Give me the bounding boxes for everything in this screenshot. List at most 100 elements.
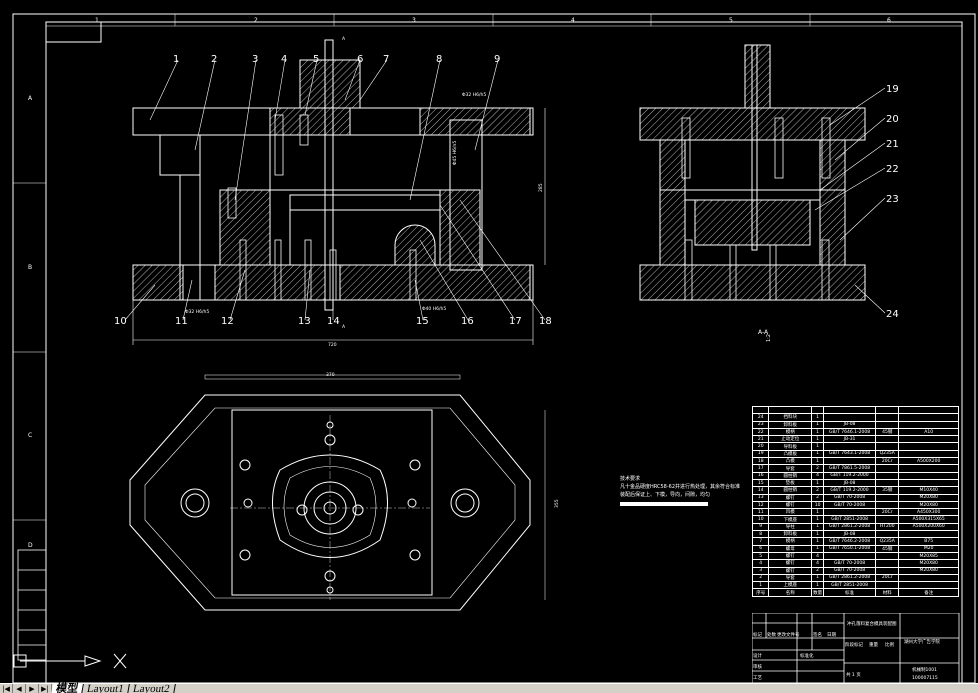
parts-cell	[875, 551, 900, 561]
parts-list: 24 挡料块 1 23 卸料板 1 JB-08 22 模柄 1 GB/T 7646.1-2008 45…	[751, 405, 959, 597]
tb-school: 湖州大学广告学院	[904, 638, 940, 645]
part-label-20: 20	[886, 114, 899, 125]
tab-layout1[interactable]: Layout1	[82, 683, 130, 693]
parts-cell: GB/T 2861.2-2008	[823, 522, 877, 532]
dim-height: 285	[538, 183, 544, 192]
part-label-15: 15	[416, 316, 429, 327]
part-label-19: 19	[886, 84, 899, 95]
parts-cell: 备注	[898, 588, 959, 597]
parts-cell	[875, 530, 900, 539]
parts-cell: 导料板	[768, 442, 813, 451]
parts-cell: M20X80	[898, 559, 959, 568]
parts-list-row: 5 螺钉 4 M20X85	[751, 551, 959, 561]
parts-cell	[898, 449, 959, 459]
first-tab-button[interactable]: |◀	[0, 684, 13, 693]
parts-cell: 18	[751, 457, 770, 466]
parts-cell: JB-08	[823, 478, 877, 488]
parts-cell	[898, 405, 959, 415]
parts-list-row: 20 导料板 1	[751, 442, 959, 451]
tb-role-process: 工艺	[753, 675, 762, 681]
parts-cell: 上模座	[768, 581, 813, 590]
part-label-1: 1	[173, 54, 179, 65]
tab-model[interactable]: 模型	[51, 683, 84, 693]
parts-cell: M20X80	[898, 566, 959, 575]
parts-cell: 螺钉	[768, 566, 813, 575]
parts-cell	[875, 493, 900, 502]
tech-underline	[620, 502, 708, 506]
parts-list-row: 9 导柱 1 GB/T 2861.2-2008 HT200 A500X200X60	[751, 522, 959, 532]
column-6: 6	[887, 17, 891, 24]
parts-cell: 16	[751, 471, 770, 480]
parts-cell	[875, 413, 900, 422]
parts-list-row: 13 螺钉 2 GB/T 70-2008 M20X80	[751, 493, 959, 502]
fit-1: Φ32 H6/h5	[185, 309, 209, 315]
row-d: D	[28, 542, 33, 549]
prev-tab-button[interactable]: ◀	[13, 684, 26, 693]
tb-date: 日期	[827, 632, 836, 638]
tb-change: 更改文件号	[777, 631, 800, 638]
parts-cell: 卸料板	[768, 420, 813, 429]
part-label-22: 22	[886, 164, 899, 175]
parts-cell: GB/T 2851-2008	[823, 515, 877, 524]
parts-cell: 4	[751, 559, 770, 568]
parts-cell: GB/T 70-2008	[823, 566, 877, 575]
parts-list-row: 7 模柄 1 GB/T 7646.2-2008 Q235A B75	[751, 537, 959, 546]
parts-list-row: 11 凹模 1 20Cr A450X300	[751, 508, 959, 517]
parts-cell: 1	[811, 420, 825, 429]
parts-cell: 凸模板	[768, 449, 813, 459]
parts-cell	[898, 573, 959, 583]
parts-list-row: 14 圆柱销 2 GB/T 119.2-2000 35钢 M10X40	[751, 486, 959, 495]
parts-cell: A500X200	[898, 457, 959, 466]
parts-cell: 5	[751, 551, 770, 561]
tech-title: 技术要求	[620, 476, 641, 482]
parts-cell: 4	[811, 551, 825, 561]
parts-cell: 45钢	[875, 544, 900, 553]
parts-cell	[875, 420, 900, 429]
plan-dim-height: 355	[554, 499, 560, 508]
tab-layout2[interactable]: Layout2	[127, 683, 176, 693]
parts-cell: 14	[751, 486, 770, 495]
parts-cell: GB/T 7646.2-2008	[823, 537, 877, 546]
parts-cell: 螺钉	[768, 559, 813, 568]
parts-cell: 20Cr	[875, 508, 900, 517]
part-label-17: 17	[509, 316, 522, 327]
last-tab-button[interactable]: ▶|	[39, 684, 52, 693]
parts-cell: GB/T 7861.5-2008	[823, 464, 877, 473]
part-label-9: 9	[494, 54, 500, 65]
parts-cell	[875, 471, 900, 480]
parts-cell: 1	[811, 544, 825, 553]
plan-view	[129, 374, 546, 611]
parts-cell: 20	[751, 442, 770, 451]
parts-cell: GB/T 2851-2008	[823, 581, 877, 590]
parts-cell: GB/T 119.2-2000	[823, 486, 877, 495]
part-label-12: 12	[221, 316, 234, 327]
parts-cell: 垫板	[768, 478, 813, 488]
parts-cell: GB/T 2861.2-2008	[823, 573, 877, 583]
part-label-10: 10	[114, 316, 127, 327]
parts-cell: M20	[898, 544, 959, 553]
part-label-13: 13	[298, 316, 311, 327]
parts-cell: GB/T 70-2008	[823, 559, 877, 568]
title-block: 标记 处数 更改文件号 签名 日期 设计 标准化 审核 工艺 冲孔落料复合模具装…	[752, 613, 960, 683]
next-tab-button[interactable]: ▶	[26, 684, 39, 693]
parts-cell: 1	[811, 522, 825, 532]
fit-2: Φ45 H6/n5	[452, 141, 458, 165]
parts-cell: 1	[751, 581, 770, 590]
column-2: 2	[254, 17, 258, 24]
parts-cell	[898, 420, 959, 429]
parts-cell: GB/T 7643.1-2008	[823, 449, 877, 459]
parts-cell	[875, 581, 900, 590]
parts-cell: M10X40	[898, 486, 959, 495]
part-label-24: 24	[886, 309, 899, 320]
part-label-16: 16	[461, 316, 474, 327]
side-view	[639, 44, 866, 301]
parts-cell: 10	[751, 515, 770, 524]
parts-cell: A450X300	[898, 508, 959, 517]
part-label-21: 21	[886, 139, 899, 150]
parts-cell	[898, 530, 959, 539]
parts-cell	[823, 551, 877, 561]
parts-cell: 1	[811, 457, 825, 466]
parts-cell: 7	[751, 537, 770, 546]
parts-cell: 22	[751, 427, 770, 437]
parts-cell	[823, 442, 877, 451]
